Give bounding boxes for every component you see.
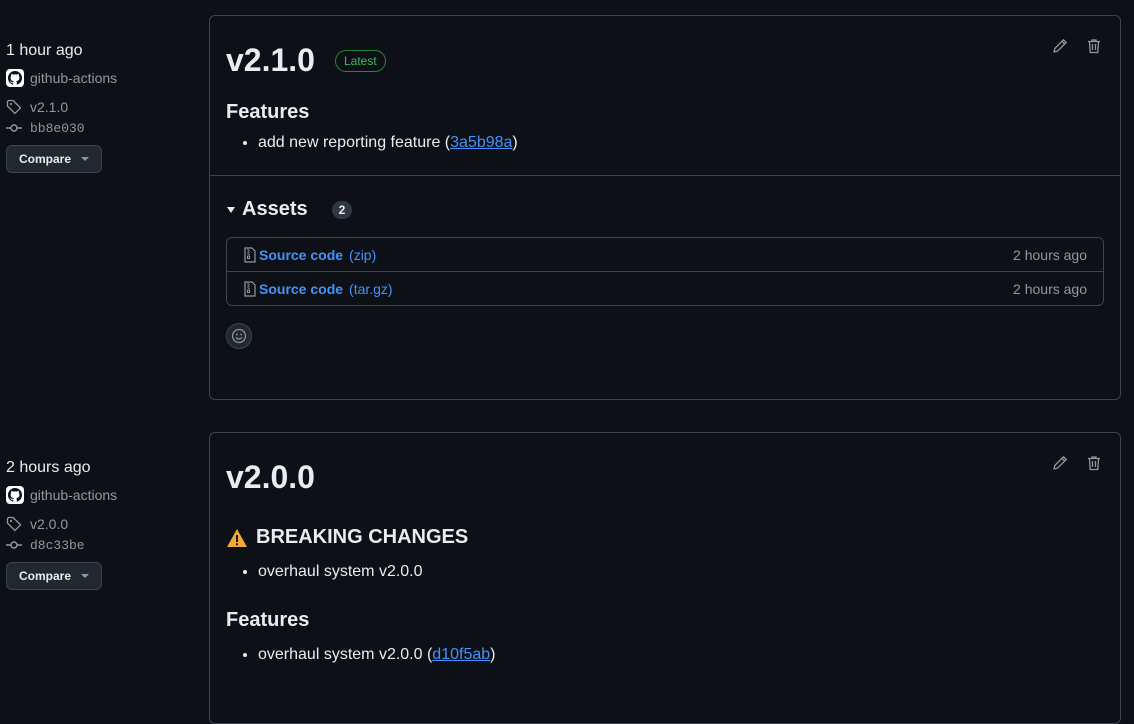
assets-list: Source code (zip) 2 hours ago Source code… xyxy=(226,237,1104,306)
list-item: overhaul system v2.0.0 xyxy=(258,563,1104,581)
release-commit[interactable]: d8c33be xyxy=(6,537,196,553)
tag-label: v2.0.0 xyxy=(30,516,69,532)
asset-time: 2 hours ago xyxy=(1013,246,1087,263)
asset-ext: (zip) xyxy=(349,246,377,263)
list-item: add new reporting feature (3a5b98a) xyxy=(258,134,1104,152)
add-reaction-button[interactable] xyxy=(226,323,252,349)
release-time: 2 hours ago xyxy=(6,459,91,476)
author-name: github-actions xyxy=(30,487,118,503)
github-avatar-icon xyxy=(6,69,24,87)
section-list: overhaul system v2.0.0 (d10f5ab) xyxy=(226,646,1104,664)
section-heading: BREAKING CHANGES xyxy=(226,526,1104,549)
tag-icon xyxy=(6,516,22,532)
caret-down-icon xyxy=(81,574,90,578)
github-avatar-icon xyxy=(6,486,24,504)
list-item-suffix: ) xyxy=(512,134,518,151)
list-item-suffix: ) xyxy=(490,646,496,663)
release-commit[interactable]: bb8e030 xyxy=(6,120,196,136)
tag-label: v2.1.0 xyxy=(30,99,69,115)
commit-icon xyxy=(6,541,22,549)
compare-label: Compare xyxy=(19,152,72,166)
section-heading-text: BREAKING CHANGES xyxy=(256,526,469,548)
release-author[interactable]: github-actions xyxy=(6,69,196,87)
release-meta: 1 hour ago github-actions v2.1.0 bb8e030… xyxy=(6,42,196,173)
tag-icon xyxy=(6,99,22,115)
release-title-row: v2.0.0 xyxy=(226,459,1104,496)
release-title[interactable]: v2.1.0 xyxy=(226,42,315,79)
compare-button[interactable]: Compare xyxy=(6,562,103,590)
release-tag[interactable]: v2.1.0 xyxy=(6,99,196,115)
commit-sha: bb8e030 xyxy=(30,120,85,136)
asset-time: 2 hours ago xyxy=(1013,280,1087,297)
smiley-icon xyxy=(231,328,247,344)
list-item-text: add new reporting feature ( xyxy=(258,134,451,151)
release-meta: 2 hours ago github-actions v2.0.0 d8c33b… xyxy=(6,459,196,590)
release-card: v2.0.0 BREAKING CHANGES overhaul system … xyxy=(209,432,1121,724)
release-tag[interactable]: v2.0.0 xyxy=(6,516,196,532)
asset-name: Source code xyxy=(259,246,344,263)
asset-row: Source code (zip) 2 hours ago xyxy=(227,238,1103,271)
commit-icon xyxy=(6,124,22,132)
author-name: github-actions xyxy=(30,70,118,86)
section-list: add new reporting feature (3a5b98a) xyxy=(226,134,1104,152)
triangle-down-icon xyxy=(227,206,235,213)
section-heading: Features xyxy=(226,101,310,123)
list-item: overhaul system v2.0.0 (d10f5ab) xyxy=(258,646,1104,664)
compare-button[interactable]: Compare xyxy=(6,145,103,173)
compare-label: Compare xyxy=(19,569,72,583)
release-title[interactable]: v2.0.0 xyxy=(226,459,315,496)
file-zip-icon xyxy=(244,280,256,297)
release-author[interactable]: github-actions xyxy=(6,486,196,504)
caret-down-icon xyxy=(81,157,90,161)
asset-row: Source code (tar.gz) 2 hours ago xyxy=(227,271,1103,305)
asset-ext: (tar.gz) xyxy=(349,280,393,297)
assets-toggle[interactable]: Assets 2 xyxy=(226,198,1104,221)
warning-icon xyxy=(227,528,247,547)
asset-name: Source code xyxy=(259,280,344,297)
file-zip-icon xyxy=(244,246,256,263)
list-item-text: overhaul system v2.0.0 ( xyxy=(258,646,433,663)
commit-sha: d8c33be xyxy=(30,537,85,553)
release-title-row: v2.1.0 Latest xyxy=(226,42,1104,79)
assets-label: Assets xyxy=(242,198,308,220)
latest-badge: Latest xyxy=(334,49,386,72)
release-card: v2.1.0 Latest Features add new reporting… xyxy=(209,15,1121,400)
asset-link[interactable]: Source code (zip) xyxy=(243,247,376,263)
section-heading: Features xyxy=(226,609,310,631)
section-list: overhaul system v2.0.0 xyxy=(226,563,1104,581)
release-time: 1 hour ago xyxy=(6,42,83,59)
list-item-text: overhaul system v2.0.0 xyxy=(258,563,423,580)
assets-count: 2 xyxy=(331,200,353,219)
asset-link[interactable]: Source code (tar.gz) xyxy=(243,281,393,297)
commit-link[interactable]: d10f5ab xyxy=(432,646,490,663)
commit-link[interactable]: 3a5b98a xyxy=(450,134,512,151)
